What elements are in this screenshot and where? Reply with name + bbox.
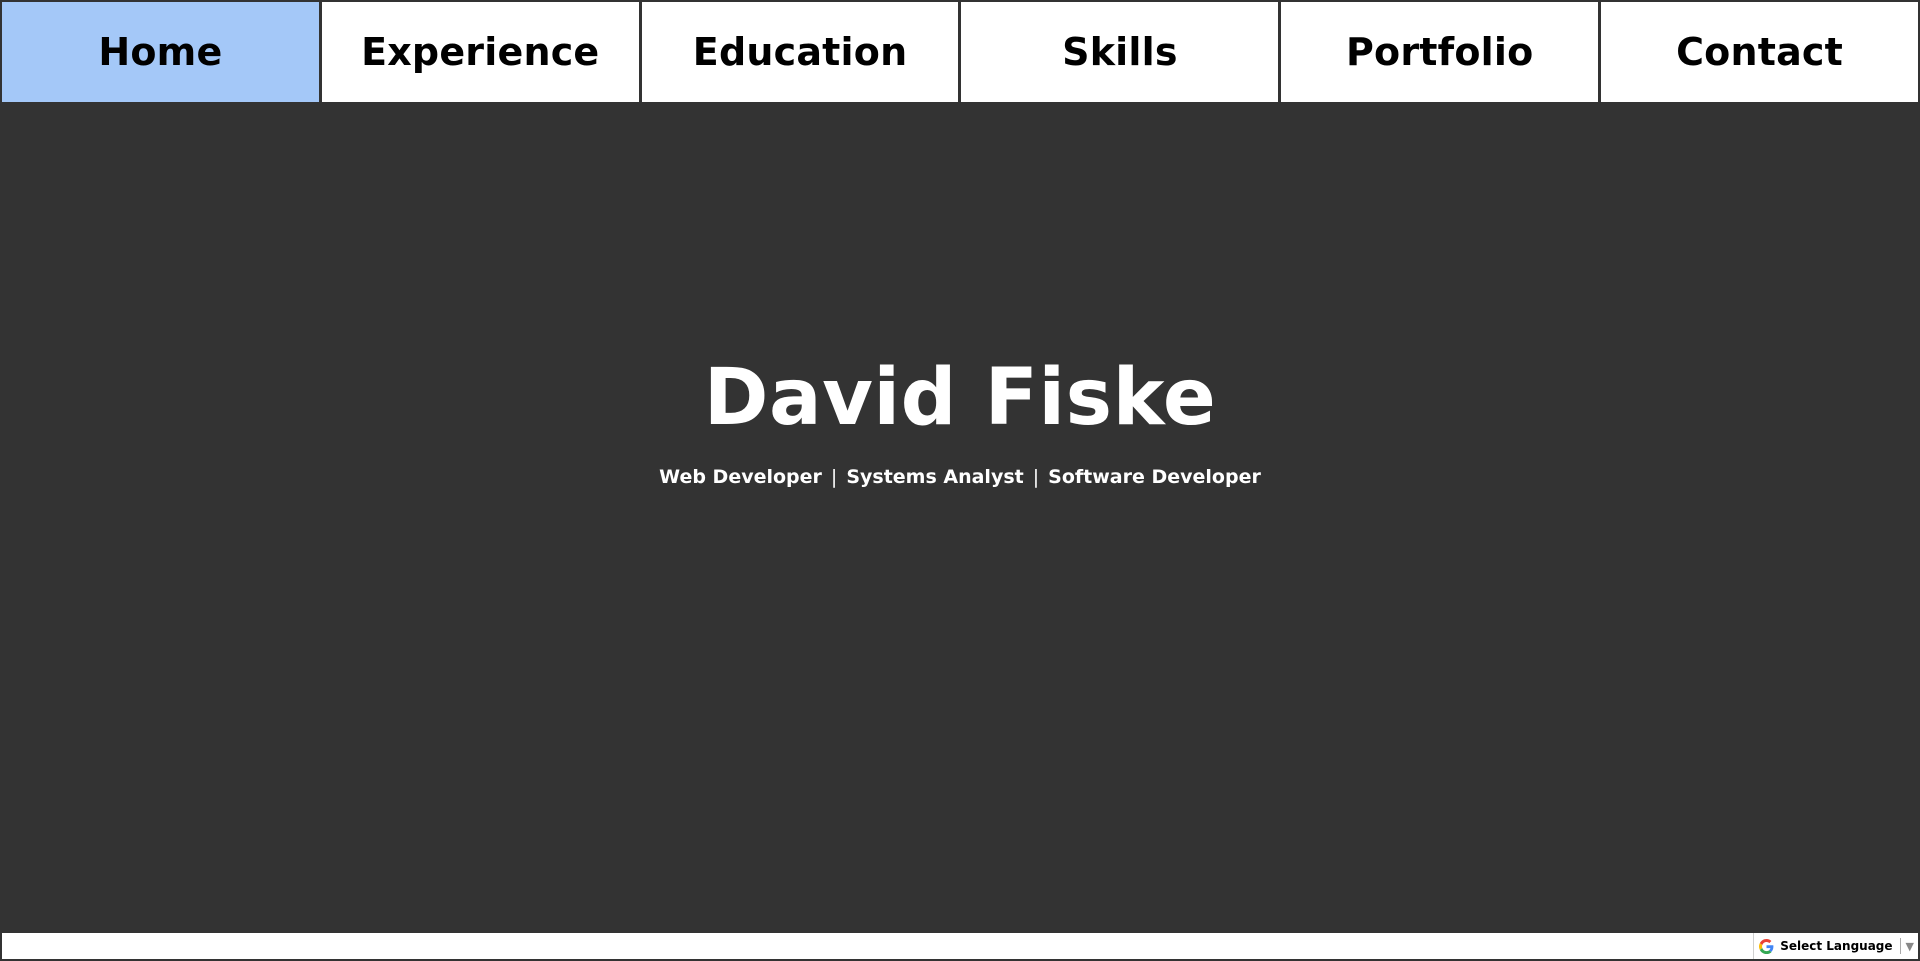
chevron-down-icon: ▼ [1905, 939, 1914, 953]
language-select[interactable]: Select Language ▼ [1753, 933, 1918, 959]
hero-name: David Fiske [703, 353, 1217, 443]
nav-item-skills[interactable]: Skills [961, 2, 1279, 102]
role-web-developer: Web Developer [659, 466, 822, 488]
nav-item-education[interactable]: Education [641, 2, 959, 102]
nav-item-home[interactable]: Home [2, 2, 319, 102]
language-select-divider [1899, 938, 1901, 954]
main-nav: Home Experience Education Skills Portfol… [0, 0, 1920, 104]
role-separator: | [1032, 466, 1040, 488]
role-software-developer: Software Developer [1048, 466, 1261, 488]
nav-item-portfolio[interactable]: Portfolio [1281, 2, 1599, 102]
hero-roles: Web Developer | Systems Analyst | Softwa… [0, 466, 1920, 488]
hero-section: David Fiske Web Developer | Systems Anal… [0, 104, 1920, 932]
language-select-label: Select Language [1780, 939, 1893, 953]
translate-bar: Select Language ▼ [2, 933, 1918, 959]
role-systems-analyst: Systems Analyst [846, 466, 1024, 488]
role-separator: | [830, 466, 838, 488]
nav-item-contact[interactable]: Contact [1601, 2, 1918, 102]
google-g-icon [1759, 938, 1774, 954]
nav-item-experience[interactable]: Experience [321, 2, 639, 102]
